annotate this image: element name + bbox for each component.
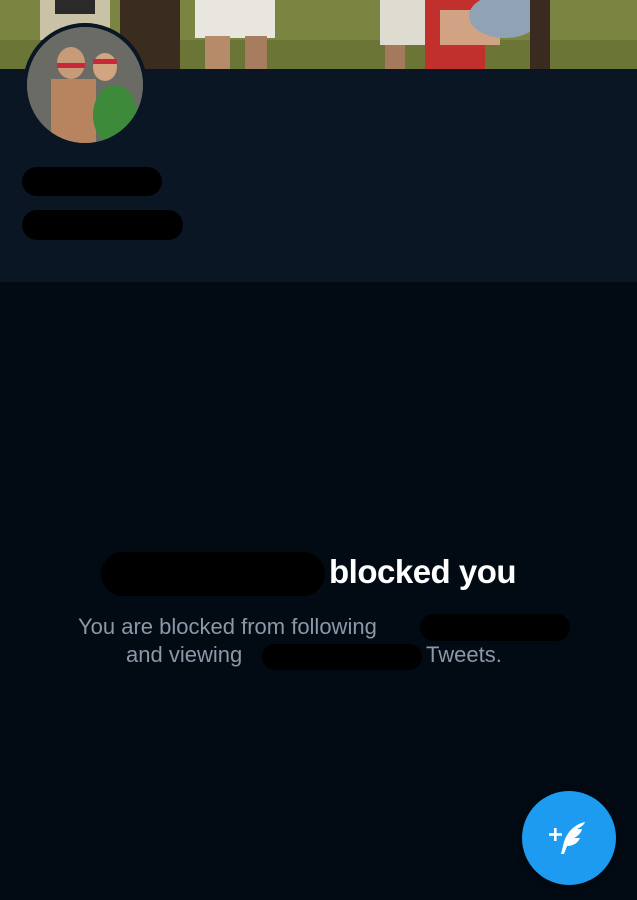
blocked-title-row: blocked you xyxy=(0,548,637,598)
redacted-username-view xyxy=(262,644,422,670)
blocked-description-line1: You are blocked from following xyxy=(78,614,377,639)
blocked-description-line2-suffix: Tweets. xyxy=(426,642,502,667)
redacted-username-follow xyxy=(420,614,570,641)
compose-tweet-button[interactable] xyxy=(522,791,616,885)
compose-tweet-icon xyxy=(549,822,585,854)
redacted-username xyxy=(22,210,183,240)
avatar-photo xyxy=(23,23,147,147)
redacted-display-name xyxy=(22,167,162,196)
blocked-title: blocked you xyxy=(329,553,517,590)
redacted-username-title xyxy=(101,552,325,596)
blocked-description-line2-prefix: and viewing xyxy=(126,642,243,667)
avatar[interactable] xyxy=(23,23,147,147)
profile-page: blocked you You are blocked from followi… xyxy=(0,0,637,900)
